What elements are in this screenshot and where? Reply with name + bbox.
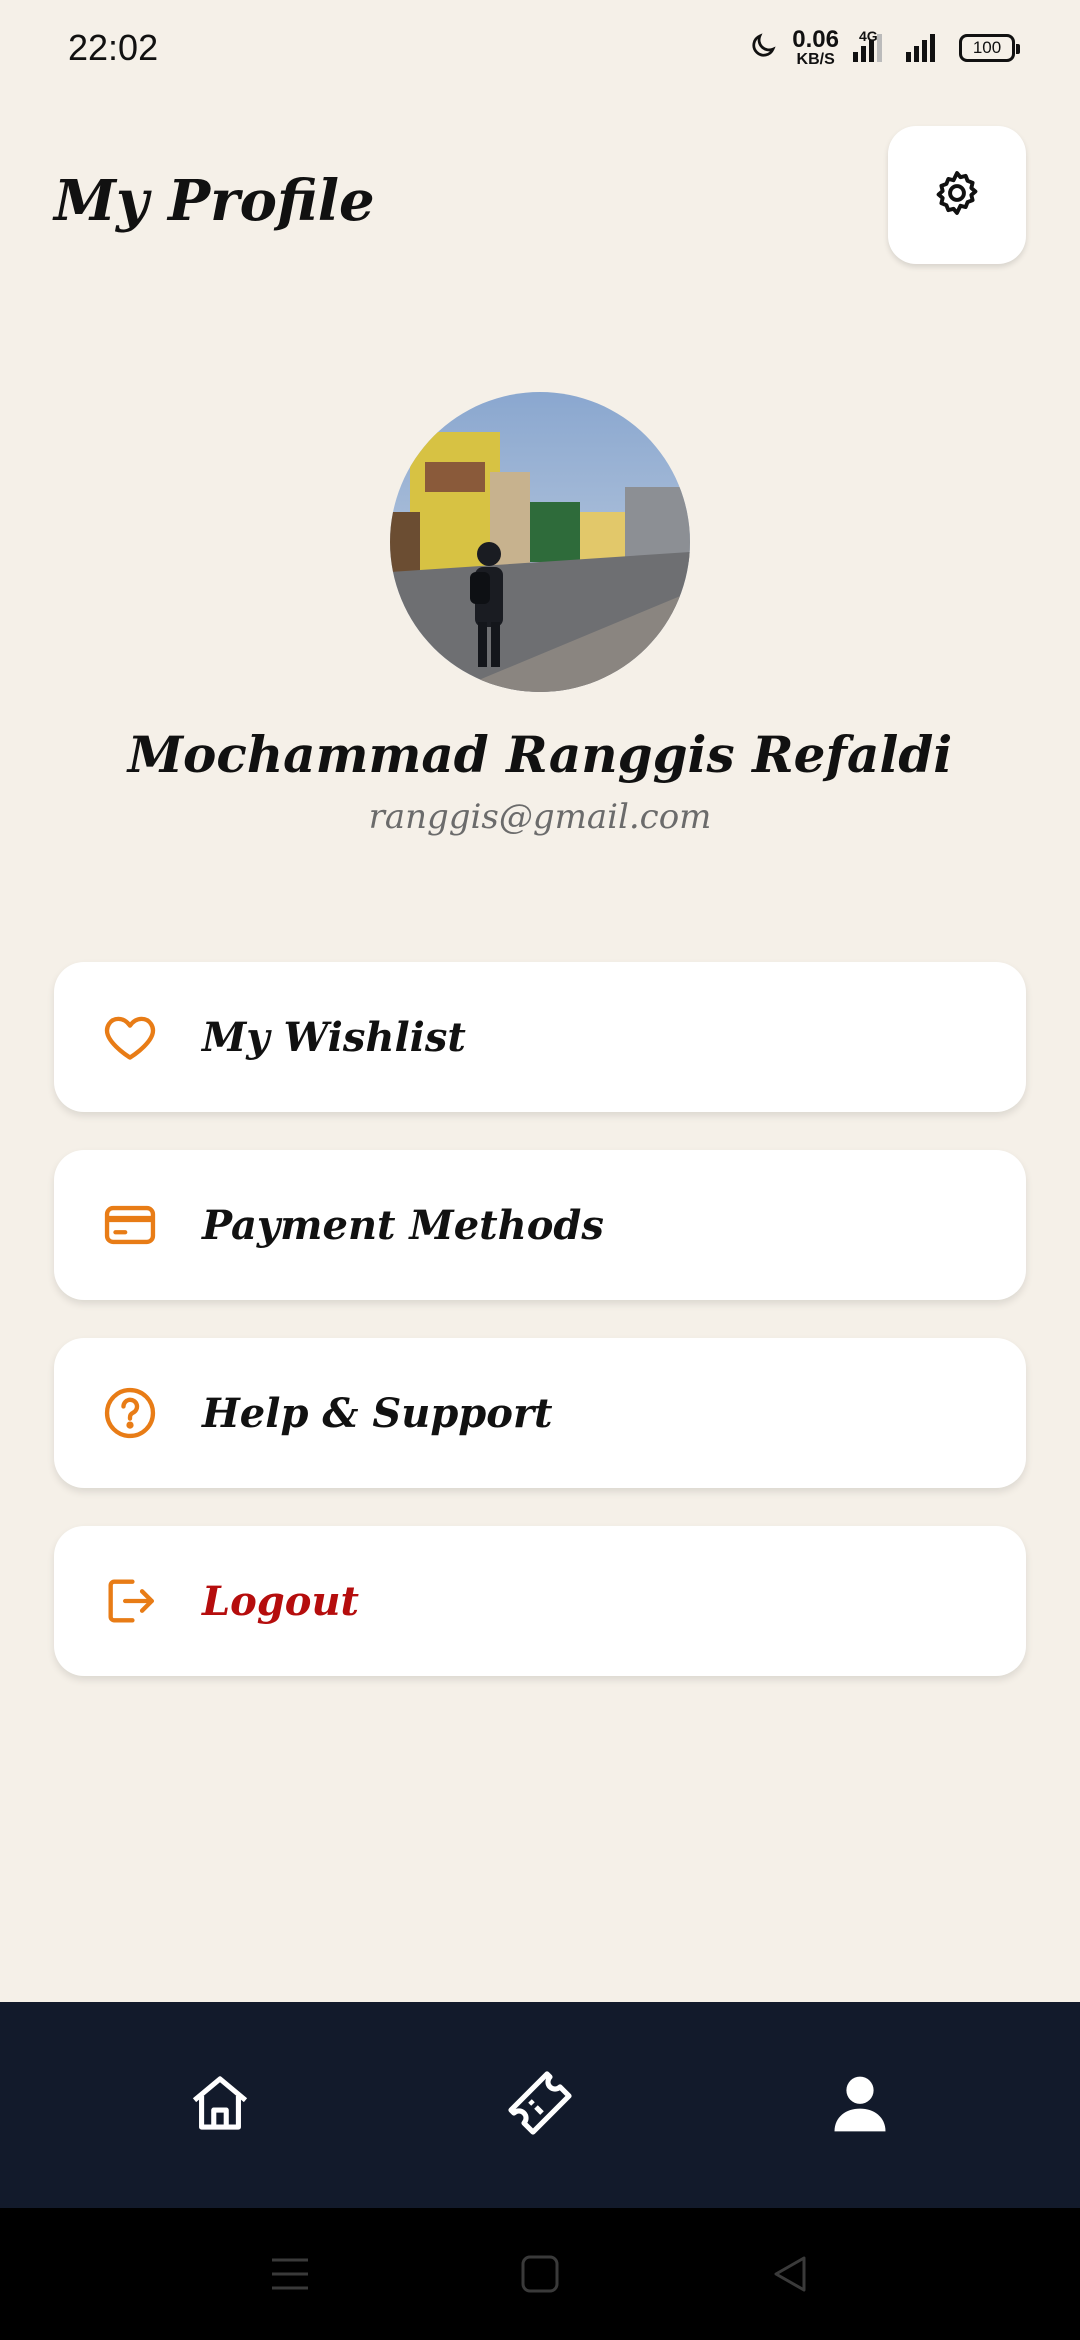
back-triangle-icon[interactable] bbox=[760, 2244, 820, 2304]
menu-item-payment-methods[interactable]: Payment Methods bbox=[54, 1150, 1026, 1300]
heart-icon bbox=[98, 1005, 162, 1069]
status-icons: 0.06 KB/S 4G 100 bbox=[748, 25, 1020, 68]
battery-icon: 100 bbox=[959, 33, 1020, 62]
help-circle-icon bbox=[98, 1381, 162, 1445]
nav-home[interactable] bbox=[160, 2045, 280, 2165]
menu-label: Help & Support bbox=[202, 1389, 553, 1437]
nav-profile[interactable] bbox=[800, 2045, 920, 2165]
status-bar: 22:02 0.06 KB/S 4G 100 bbox=[0, 0, 1080, 95]
gear-icon bbox=[931, 167, 983, 223]
network-speed: 0.06 KB/S bbox=[792, 25, 839, 68]
menu-label: My Wishlist bbox=[202, 1013, 466, 1061]
signal-icon bbox=[906, 33, 935, 62]
ticket-icon bbox=[506, 2069, 574, 2141]
page-title: My Profile bbox=[54, 168, 375, 234]
menu-label: Payment Methods bbox=[202, 1201, 604, 1249]
settings-button[interactable] bbox=[888, 126, 1026, 264]
menu-icon[interactable] bbox=[260, 2244, 320, 2304]
moon-icon bbox=[748, 31, 778, 65]
menu-item-logout[interactable]: Logout bbox=[54, 1526, 1026, 1676]
nav-tickets[interactable] bbox=[480, 2045, 600, 2165]
status-time: 22:02 bbox=[68, 26, 159, 68]
logout-icon bbox=[98, 1569, 162, 1633]
bottom-nav bbox=[0, 2002, 1080, 2208]
profile-name: Mochammad Ranggis Refaldi bbox=[127, 725, 953, 784]
menu-label: Logout bbox=[202, 1577, 360, 1625]
menu-item-wishlist[interactable]: My Wishlist bbox=[54, 962, 1026, 1112]
profile-email: ranggis@gmail.com bbox=[368, 797, 712, 837]
system-nav-bar bbox=[0, 2208, 1080, 2340]
avatar bbox=[390, 392, 690, 692]
menu-item-help-support[interactable]: Help & Support bbox=[54, 1338, 1026, 1488]
signal-icon: 4G bbox=[853, 28, 882, 62]
user-icon bbox=[826, 2069, 894, 2141]
home-icon bbox=[186, 2069, 254, 2141]
profile-menu: My Wishlist Payment Methods Help & Suppo… bbox=[54, 962, 1026, 1714]
home-square-icon[interactable] bbox=[510, 2244, 570, 2304]
credit-card-icon bbox=[98, 1193, 162, 1257]
